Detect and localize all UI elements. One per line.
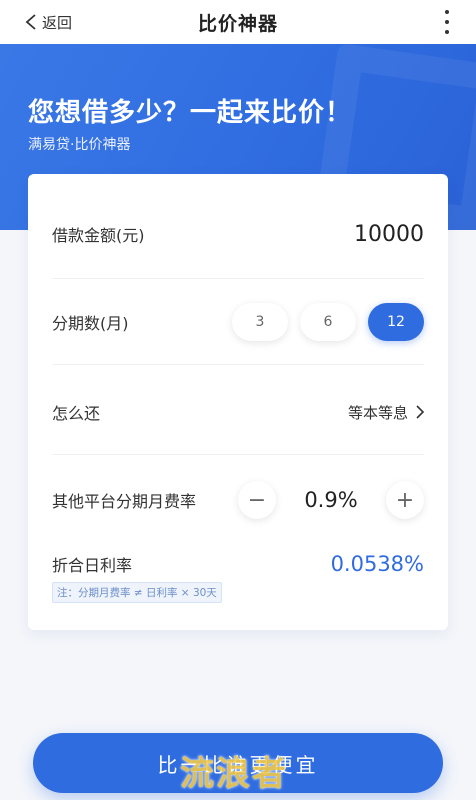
- amount-input[interactable]: 10000: [354, 222, 424, 247]
- daily-rate-label: 折合日利率: [52, 556, 133, 575]
- divider: [52, 278, 424, 279]
- rate-label: 其他平台分期月费率: [52, 492, 197, 511]
- chevron-left-icon: [25, 14, 36, 30]
- more-menu-button[interactable]: [442, 10, 452, 34]
- chevron-right-icon: [416, 405, 424, 419]
- period-row: 分期数(月) 3 6 12: [52, 302, 424, 342]
- rate-note: 注：分期月费率 ≠ 日利率 × 30天: [52, 582, 222, 603]
- divider: [52, 364, 424, 365]
- hero-subtitle: 满易贷·比价神器: [28, 137, 131, 153]
- rate-value[interactable]: 0.9%: [276, 488, 386, 512]
- compare-button-label: 比一比谁更便宜: [157, 752, 319, 777]
- repay-row[interactable]: 怎么还 等本等息: [52, 392, 424, 432]
- period-option-6[interactable]: 6: [300, 303, 356, 341]
- hero-title: 您想借多少？一起来比价！: [28, 98, 353, 128]
- period-option-12[interactable]: 12: [368, 303, 424, 341]
- repay-label: 怎么还: [52, 404, 101, 423]
- repay-selector[interactable]: 等本等息: [348, 402, 424, 423]
- rate-row: 其他平台分期月费率 − 0.9% +: [52, 480, 424, 520]
- back-label: 返回: [42, 13, 73, 32]
- rate-stepper: − 0.9% +: [238, 481, 424, 519]
- daily-rate-row: 折合日利率 0.0538%: [52, 544, 424, 584]
- loan-form-card: 借款金额(元) 10000 分期数(月) 3 6 12 怎么还 等本等息 其他平…: [28, 174, 448, 630]
- daily-rate-value: 0.0538%: [330, 552, 424, 576]
- more-vertical-icon: [445, 10, 449, 14]
- back-button[interactable]: 返回: [24, 8, 72, 36]
- increase-rate-button[interactable]: +: [386, 481, 424, 519]
- decrease-rate-button[interactable]: −: [238, 481, 276, 519]
- page-title: 比价神器: [197, 12, 278, 35]
- top-navbar: 返回 比价神器: [0, 0, 476, 44]
- repay-value: 等本等息: [347, 403, 408, 422]
- period-option-3[interactable]: 3: [232, 303, 288, 341]
- compare-button[interactable]: 比一比谁更便宜: [33, 733, 443, 793]
- amount-label: 借款金额(元): [52, 226, 145, 245]
- period-options: 3 6 12: [232, 303, 424, 341]
- amount-row[interactable]: 借款金额(元) 10000: [52, 214, 424, 254]
- divider: [52, 454, 424, 455]
- period-label: 分期数(月): [52, 314, 129, 333]
